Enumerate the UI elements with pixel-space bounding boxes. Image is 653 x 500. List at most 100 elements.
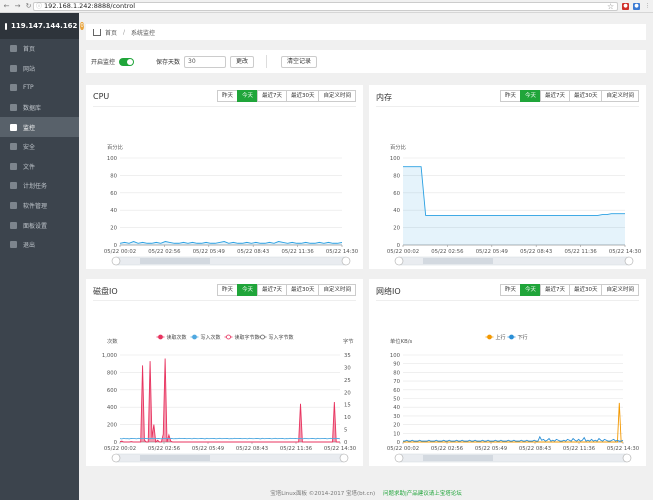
- y-tick-label: 90: [393, 362, 400, 368]
- extension-icon[interactable]: ●: [633, 3, 640, 10]
- x-tick-label: 05/22 00:02: [104, 446, 136, 452]
- y-tick-label: 30: [393, 414, 400, 420]
- footer: 宝塔Linux面板 ©2014-2017 宝塔(bt.cn) 问题求助|产品建议…: [79, 489, 653, 497]
- y-tick-label: 40: [393, 208, 400, 214]
- forum-link[interactable]: 问题求助|产品建议请上宝塔论坛: [383, 491, 462, 497]
- extension-icon[interactable]: ●: [622, 3, 629, 10]
- net-chart: 单位KB/s010203040506070809010005/22 00:02 0…: [387, 334, 640, 463]
- change-button[interactable]: 更改: [230, 55, 255, 68]
- y-tick-label: 80: [393, 370, 400, 376]
- x-tick-label: 05/22 11:36: [563, 446, 596, 452]
- sidebar-item[interactable]: 安全: [0, 137, 79, 157]
- clear-records-button[interactable]: 清空记录: [281, 55, 318, 68]
- x-tick-label: 05/22 08:43: [519, 446, 551, 452]
- sidebar-item[interactable]: 退出: [0, 235, 79, 255]
- x-tick-label: 05/22 08:43: [520, 249, 552, 255]
- y-axis-label-right: 字节: [343, 337, 354, 345]
- x-tick-label: 05/22 02:56: [148, 446, 181, 452]
- y-tick-label: 20: [393, 226, 400, 232]
- star-icon[interactable]: ☆: [607, 3, 614, 11]
- zoom-slider-window: [423, 258, 493, 264]
- y-tick-label: 1,000: [102, 353, 118, 359]
- y-tick-label-right: 35: [344, 353, 351, 359]
- y-tick-label: 800: [107, 370, 118, 376]
- y-tick-label: 100: [390, 353, 401, 359]
- cpu-chart: 百分比02040608010005/22 00:02 05/22 02:56 05/…: [104, 143, 359, 266]
- y-tick-label: 100: [107, 156, 118, 162]
- reload-icon[interactable]: ↻: [24, 2, 33, 11]
- x-tick-label: 05/22 05:49: [193, 249, 225, 255]
- retention-days-input[interactable]: 30: [184, 55, 227, 68]
- folder-icon: [10, 162, 17, 170]
- series-line: [403, 435, 624, 442]
- logout-icon: [10, 241, 17, 249]
- sidebar: 119.147.144.162 0 首页 网站 FTP 数据库 监控 安全 文件 计划任务 软件…: [0, 13, 84, 500]
- y-tick-label: 10: [393, 431, 400, 437]
- sidebar-item[interactable]: 网站: [0, 59, 79, 79]
- home-icon[interactable]: [93, 28, 101, 36]
- breadcrumb-home[interactable]: 首页: [105, 28, 117, 37]
- sidebar-item[interactable]: 数据库: [0, 98, 79, 118]
- sidebar-item-label: 计划任务: [23, 183, 48, 191]
- zoom-slider-handle-left: [111, 256, 121, 266]
- server-icon: [5, 22, 7, 30]
- zoom-slider-handle-right: [339, 453, 349, 463]
- browser-toolbar: ← → ↻ ⓘ 192.168.1.242:8888/control ☆ ● ●…: [0, 0, 653, 13]
- address-bar[interactable]: ⓘ 192.168.1.242:8888/control: [33, 2, 618, 11]
- zoom-slider-handle-left: [394, 256, 404, 266]
- sidebar-item[interactable]: 首页: [0, 39, 79, 59]
- url-text: 192.168.1.242:8888/control: [44, 2, 136, 10]
- forward-icon[interactable]: →: [13, 2, 22, 11]
- series-line: [119, 241, 343, 244]
- copyright-text: 宝塔Linux面板 ©2014-2017 宝塔(bt.cn): [270, 491, 376, 497]
- legend-label: 下行: [518, 334, 528, 341]
- zoom-slider-window: [140, 258, 210, 264]
- x-tick-label: 05/22 05:49: [475, 446, 507, 452]
- sidebar-item[interactable]: 监控: [0, 117, 79, 137]
- y-tick-label: 600: [107, 388, 118, 394]
- y-axis-label: 次数: [107, 337, 118, 345]
- sidebar-item[interactable]: 计划任务: [0, 176, 79, 196]
- sidebar-item[interactable]: 软件管理: [0, 196, 79, 216]
- server-ip: 119.147.144.162: [11, 22, 78, 30]
- menu-icon[interactable]: ⋮: [644, 3, 651, 10]
- sidebar-item-label: FTP: [23, 84, 34, 92]
- clock-icon: [10, 182, 17, 190]
- zoom-slider-handle-left: [111, 453, 121, 463]
- legend-marker: [509, 334, 514, 340]
- y-tick-label-right: 15: [344, 403, 351, 409]
- main-content: 首页 / 系统监控 开启监控 保存天数 30 更改 清空记录 CPU 昨天 今天最…: [79, 13, 653, 500]
- y-tick-label: 80: [393, 173, 400, 179]
- x-tick-label: 05/22 11:36: [564, 249, 597, 255]
- sidebar-item[interactable]: 文件: [0, 157, 79, 177]
- x-tick-label: 05/22 02:56: [431, 249, 464, 255]
- y-tick-label: 50: [393, 397, 400, 403]
- y-tick-label: 80: [110, 173, 117, 179]
- ftp-icon: [10, 84, 17, 92]
- y-axis-label: 单位KB/s: [390, 337, 412, 345]
- x-tick-label: 05/22 14:30: [326, 249, 359, 255]
- series-line: [119, 358, 340, 443]
- zoom-slider-window: [140, 455, 210, 461]
- sidebar-item[interactable]: FTP: [0, 78, 79, 98]
- y-axis-label: 百分比: [390, 143, 406, 151]
- y-axis-label: 百分比: [107, 143, 123, 151]
- monitor-toolbar: 开启监控 保存天数 30 更改 清空记录: [86, 50, 646, 73]
- y-tick-label-right: 5: [344, 428, 347, 434]
- chart-icon: [10, 123, 17, 131]
- divider: [266, 55, 268, 68]
- legend-marker: [260, 334, 265, 340]
- sidebar-item[interactable]: 面板设置: [0, 215, 79, 235]
- globe-icon: [10, 64, 17, 72]
- y-tick-label-right: 30: [344, 365, 351, 371]
- breadcrumb: 首页 / 系统监控: [86, 24, 646, 40]
- y-tick-label: 200: [107, 423, 118, 429]
- sidebar-item-label: 退出: [23, 242, 36, 250]
- x-tick-label: 05/22 00:02: [387, 249, 419, 255]
- back-icon[interactable]: ←: [2, 2, 11, 11]
- monitor-toggle[interactable]: [119, 57, 135, 66]
- x-tick-label: 05/22 14:30: [324, 446, 357, 452]
- sidebar-item-label: 安全: [23, 144, 36, 152]
- x-tick-label: 05/22 14:30: [607, 446, 640, 452]
- mem-chart: 百分比02040608010005/22 00:02 05/22 02:56 05/…: [387, 143, 642, 266]
